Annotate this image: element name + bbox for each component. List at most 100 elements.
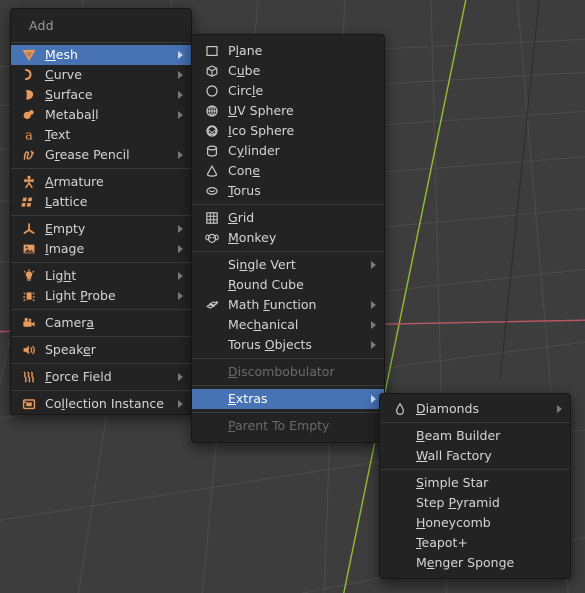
menu-item-label: Parent To Empty: [228, 418, 330, 433]
menu-item-label: Torus Objects: [228, 337, 312, 352]
menu-item-label: Menger Sponge: [416, 555, 515, 570]
menu-separator: [192, 412, 384, 413]
no-icon: [390, 475, 410, 491]
menu-item-torus[interactable]: Torus: [192, 181, 384, 201]
menu-item-label: Honeycomb: [416, 515, 491, 530]
no-chevron: [554, 538, 564, 548]
menu-item-surface[interactable]: Surface: [11, 85, 191, 105]
menu-item-teapot[interactable]: Teapot+: [380, 533, 570, 553]
ico-sphere-icon: [202, 123, 222, 139]
no-icon: [202, 317, 222, 333]
collection-instance-icon: [19, 396, 39, 412]
circle-icon: [202, 83, 222, 99]
menu-item-light[interactable]: Light: [11, 266, 191, 286]
mesh-icon: [19, 47, 39, 63]
no-icon: [202, 257, 222, 273]
menu-item-force-field[interactable]: Force Field: [11, 367, 191, 387]
menu-item-curve[interactable]: Curve: [11, 65, 191, 85]
no-icon: [202, 337, 222, 353]
menu-item-torus-objects[interactable]: Torus Objects: [192, 335, 384, 355]
menu-item-label: Single Vert: [228, 257, 296, 272]
add-menu-items: Mesh Curve Surface Metaball a Text Grease Penc…: [11, 45, 191, 414]
menu-item-menger-sponge[interactable]: Menger Sponge: [380, 553, 570, 573]
menu-item-label: Teapot+: [416, 535, 468, 550]
menu-item-monkey[interactable]: Monkey: [192, 228, 384, 248]
menu-separator: [192, 358, 384, 359]
menu-item-label: Curve: [45, 67, 82, 82]
no-chevron: [368, 46, 378, 56]
no-icon: [390, 428, 410, 444]
uv-sphere-icon: [202, 103, 222, 119]
no-chevron: [175, 130, 185, 140]
menu-item-cube[interactable]: Cube: [192, 61, 384, 81]
menu-item-label: Cylinder: [228, 143, 280, 158]
menu-item-circle[interactable]: Circle: [192, 81, 384, 101]
menu-separator: [192, 251, 384, 252]
submenu-chevron-right-icon: [175, 90, 185, 100]
menu-item-single-vert[interactable]: Single Vert: [192, 255, 384, 275]
torus-icon: [202, 183, 222, 199]
menu-item-label: Collection Instance: [45, 396, 164, 411]
menu-item-grid[interactable]: Grid: [192, 208, 384, 228]
menu-item-mechanical[interactable]: Mechanical: [192, 315, 384, 335]
menu-item-plane[interactable]: Plane: [192, 41, 384, 61]
menu-item-cylinder[interactable]: Cylinder: [192, 141, 384, 161]
menu-item-beam-builder[interactable]: Beam Builder: [380, 426, 570, 446]
no-icon: [202, 418, 222, 434]
menu-separator: [11, 336, 191, 337]
light-icon: [19, 268, 39, 284]
menu-item-extras[interactable]: Extras: [192, 389, 384, 409]
submenu-chevron-right-icon: [368, 340, 378, 350]
submenu-chevron-right-icon: [368, 260, 378, 270]
no-chevron: [368, 86, 378, 96]
menu-item-label: Cube: [228, 63, 261, 78]
menu-item-label: Grid: [228, 210, 255, 225]
menu-item-label: Force Field: [45, 369, 112, 384]
menu-item-honeycomb[interactable]: Honeycomb: [380, 513, 570, 533]
menu-separator: [11, 262, 191, 263]
image-icon: [19, 241, 39, 257]
menu-item-cone[interactable]: Cone: [192, 161, 384, 181]
mesh-submenu-panel: Plane Cube Circle UV Sphere Ico Sphere Cylind…: [191, 34, 385, 443]
menu-item-speaker[interactable]: Speaker: [11, 340, 191, 360]
menu-item-round-cube[interactable]: Round Cube: [192, 275, 384, 295]
menu-item-diamonds[interactable]: Diamonds: [380, 399, 570, 419]
submenu-chevron-right-icon: [175, 399, 185, 409]
menu-item-light-probe[interactable]: Light Probe: [11, 286, 191, 306]
no-icon: [390, 535, 410, 551]
menu-item-image[interactable]: Image: [11, 239, 191, 259]
math-function-icon: [202, 297, 222, 313]
menu-item-wall-factory[interactable]: Wall Factory: [380, 446, 570, 466]
menu-item-empty[interactable]: Empty: [11, 219, 191, 239]
no-chevron: [554, 478, 564, 488]
menu-item-uv-sphere[interactable]: UV Sphere: [192, 101, 384, 121]
menu-item-grease-pencil[interactable]: Grease Pencil: [11, 145, 191, 165]
menu-separator: [192, 385, 384, 386]
menu-item-step-pyramid[interactable]: Step Pyramid: [380, 493, 570, 513]
menu-item-label: Cone: [228, 163, 261, 178]
menu-item-text[interactable]: a Text: [11, 125, 191, 145]
menu-item-metaball[interactable]: Metaball: [11, 105, 191, 125]
cylinder-icon: [202, 143, 222, 159]
menu-item-mesh[interactable]: Mesh: [11, 45, 191, 65]
no-icon: [202, 277, 222, 293]
menu-item-lattice[interactable]: Lattice: [11, 192, 191, 212]
menu-item-ico-sphere[interactable]: Ico Sphere: [192, 121, 384, 141]
menu-item-armature[interactable]: Armature: [11, 172, 191, 192]
menu-item-label: Empty: [45, 221, 86, 236]
menu-item-camera[interactable]: Camera: [11, 313, 191, 333]
submenu-chevron-right-icon: [175, 70, 185, 80]
no-chevron: [368, 126, 378, 136]
menu-separator: [11, 168, 191, 169]
grease-pencil-icon: [19, 147, 39, 163]
no-chevron: [368, 146, 378, 156]
submenu-chevron-right-icon: [175, 110, 185, 120]
menu-separator: [380, 469, 570, 470]
extras-submenu-items: Diamonds Beam Builder Wall Factory Simple S…: [380, 399, 570, 573]
menu-item-math-function[interactable]: Math Function: [192, 295, 384, 315]
submenu-chevron-right-icon: [368, 320, 378, 330]
no-chevron: [175, 197, 185, 207]
menu-separator: [11, 363, 191, 364]
menu-item-collection-instance[interactable]: Collection Instance: [11, 394, 191, 414]
menu-item-simple-star[interactable]: Simple Star: [380, 473, 570, 493]
